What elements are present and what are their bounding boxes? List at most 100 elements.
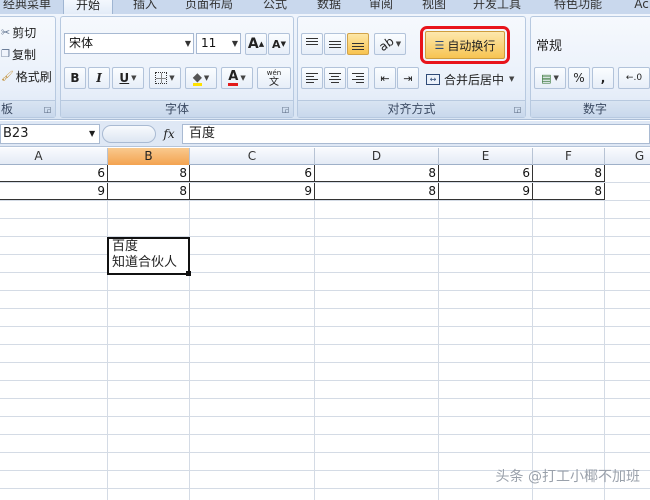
tab-special-features[interactable]: 特色功能 (549, 0, 607, 14)
active-cell-line-1: 百度 (112, 239, 139, 254)
percent-style-button[interactable]: % (568, 67, 590, 89)
format-painter-button[interactable]: 🖌 格式刷 (1, 68, 52, 85)
insert-function-button[interactable]: fx (158, 125, 180, 143)
align-top-button[interactable] (301, 33, 323, 55)
alignment-dialog-launcher-icon[interactable]: ◲ (513, 105, 522, 114)
name-box-value: B23 (3, 126, 29, 141)
font-size-select[interactable]: 11 ▼ (196, 33, 241, 54)
scissors-icon: ✂ (1, 26, 11, 39)
cell-d2[interactable]: 8 (315, 183, 439, 200)
column-header-b[interactable]: B (108, 148, 190, 165)
align-right-icon (352, 73, 364, 83)
name-box[interactable]: B23 ▼ (0, 124, 100, 144)
chevron-down-icon: ▼ (395, 40, 402, 48)
active-cell[interactable]: 百度 知道合伙人 (107, 237, 190, 275)
underline-button[interactable]: U ▼ (112, 67, 144, 89)
cell-f2[interactable]: 8 (533, 183, 605, 200)
cell-c1[interactable]: 6 (190, 165, 315, 182)
merge-center-button[interactable]: ↔ 合并后居中 ▼ (426, 68, 514, 90)
tab-classic-menu[interactable]: 经典菜单 (0, 0, 56, 14)
cell-e1[interactable]: 6 (439, 165, 533, 182)
comma-style-button[interactable]: , (592, 67, 614, 89)
tab-formulas[interactable]: 公式 (258, 0, 292, 14)
grow-font-button[interactable]: A ▲ (245, 33, 267, 55)
cell-e2[interactable]: 9 (439, 183, 533, 200)
column-header-a[interactable]: A (0, 148, 108, 165)
increase-indent-button[interactable]: ⇥ (397, 67, 419, 89)
column-header-f[interactable]: F (533, 148, 605, 165)
formula-input[interactable]: 百度 (182, 124, 650, 144)
fill-color-button[interactable]: ◆ ▼ (185, 67, 217, 89)
clipboard-group: ✂ 剪切 ❐ 复制 🖌 格式刷 板 ◲ (0, 16, 56, 118)
italic-button[interactable]: I (88, 67, 110, 89)
tab-insert[interactable]: 插入 (128, 0, 162, 14)
wrap-text-label: 自动换行 (447, 38, 496, 53)
number-format-value: 常规 (536, 38, 563, 54)
tab-review[interactable]: 审阅 (364, 0, 398, 14)
font-name-select[interactable]: 宋体 ▼ (64, 33, 194, 54)
tab-acrobat[interactable]: Acr (624, 0, 650, 14)
cell-f1[interactable]: 8 (533, 165, 605, 182)
decrease-indent-button[interactable]: ⇤ (374, 67, 396, 89)
orientation-button[interactable]: ab ▼ (374, 33, 406, 55)
shrink-font-button[interactable]: A ▼ (268, 33, 290, 55)
increase-indent-icon: ⇥ (403, 71, 413, 85)
cell-d1[interactable]: 8 (315, 165, 439, 182)
gridline (438, 165, 439, 500)
cut-button[interactable]: ✂ 剪切 (1, 24, 36, 41)
increase-decimal-button[interactable]: ←.0 (618, 67, 650, 89)
align-bottom-icon (352, 38, 364, 50)
column-header-e[interactable]: E (439, 148, 533, 165)
worksheet-grid[interactable]: A B C D E F G 6 8 6 8 6 8 9 8 9 8 9 8 百度… (0, 148, 650, 500)
clipboard-dialog-launcher-icon[interactable]: ◲ (43, 105, 52, 114)
tab-developer[interactable]: 开发工具 (468, 0, 526, 14)
tab-view[interactable]: 视图 (417, 0, 451, 14)
align-left-button[interactable] (301, 67, 323, 89)
align-bottom-button[interactable] (347, 33, 369, 55)
tab-page-layout[interactable]: 页面布局 (180, 0, 238, 14)
format-painter-label: 格式刷 (15, 70, 52, 84)
font-color-button[interactable]: A ▼ (221, 67, 253, 89)
tab-home[interactable]: 开始 (63, 0, 113, 14)
cell-a2[interactable]: 9 (0, 183, 108, 200)
alignment-group-label: 对齐方式 (298, 100, 525, 117)
font-group: 宋体 ▼ 11 ▼ A ▲ A ▼ B I U ▼ ▼ ◆ ▼ A ▼ wén … (60, 16, 294, 118)
number-format-select[interactable]: 常规 (536, 34, 562, 54)
shrink-font-icon: A (272, 37, 281, 51)
chevron-down-icon: ▼ (553, 74, 559, 82)
cell-c2[interactable]: 9 (190, 183, 315, 200)
borders-button[interactable]: ▼ (149, 67, 181, 89)
alignment-group: ab ▼ ☰ 自动换行 ⇤ ⇥ ↔ 合并后居中 ▼ 对齐方式 ◲ (297, 16, 526, 118)
font-color-icon: A (228, 68, 239, 86)
phonetic-guide-button[interactable]: wén 文 (257, 67, 291, 89)
align-middle-icon (329, 38, 341, 50)
copy-button[interactable]: ❐ 复制 (1, 46, 36, 63)
gridline (189, 165, 190, 500)
wrap-text-button[interactable]: ☰ 自动换行 (420, 26, 510, 64)
font-size-value: 11 (201, 36, 217, 50)
fill-handle[interactable] (186, 271, 191, 276)
gridline (604, 165, 605, 500)
cell-a1[interactable]: 6 (0, 165, 108, 182)
cell-b2[interactable]: 8 (108, 183, 190, 200)
chevron-down-icon: ▼ (231, 39, 238, 48)
align-right-button[interactable] (347, 67, 369, 89)
column-header-c[interactable]: C (190, 148, 315, 165)
chevron-down-icon: ▼ (169, 74, 175, 82)
accounting-format-button[interactable]: ▤ ▼ (534, 67, 566, 89)
bold-button[interactable]: B (64, 67, 86, 89)
column-header-d[interactable]: D (315, 148, 439, 165)
align-center-button[interactable] (324, 67, 346, 89)
align-center-icon (329, 73, 341, 83)
chevron-down-icon: ▼ (131, 74, 137, 82)
font-dialog-launcher-icon[interactable]: ◲ (281, 105, 290, 114)
column-header-g[interactable]: G (605, 148, 650, 165)
ribbon: ✂ 剪切 ❐ 复制 🖌 格式刷 板 ◲ 宋体 ▼ 11 ▼ A ▲ A ▼ B I (0, 14, 650, 120)
cut-label: 剪切 (12, 26, 37, 40)
chevron-down-icon: ▼ (240, 74, 246, 82)
tab-data[interactable]: 数据 (312, 0, 346, 14)
cell-b1[interactable]: 8 (108, 165, 190, 182)
formula-bar-resize-handle[interactable] (102, 125, 156, 143)
align-middle-button[interactable] (324, 33, 346, 55)
chevron-down-icon[interactable]: ▼ (89, 125, 95, 143)
